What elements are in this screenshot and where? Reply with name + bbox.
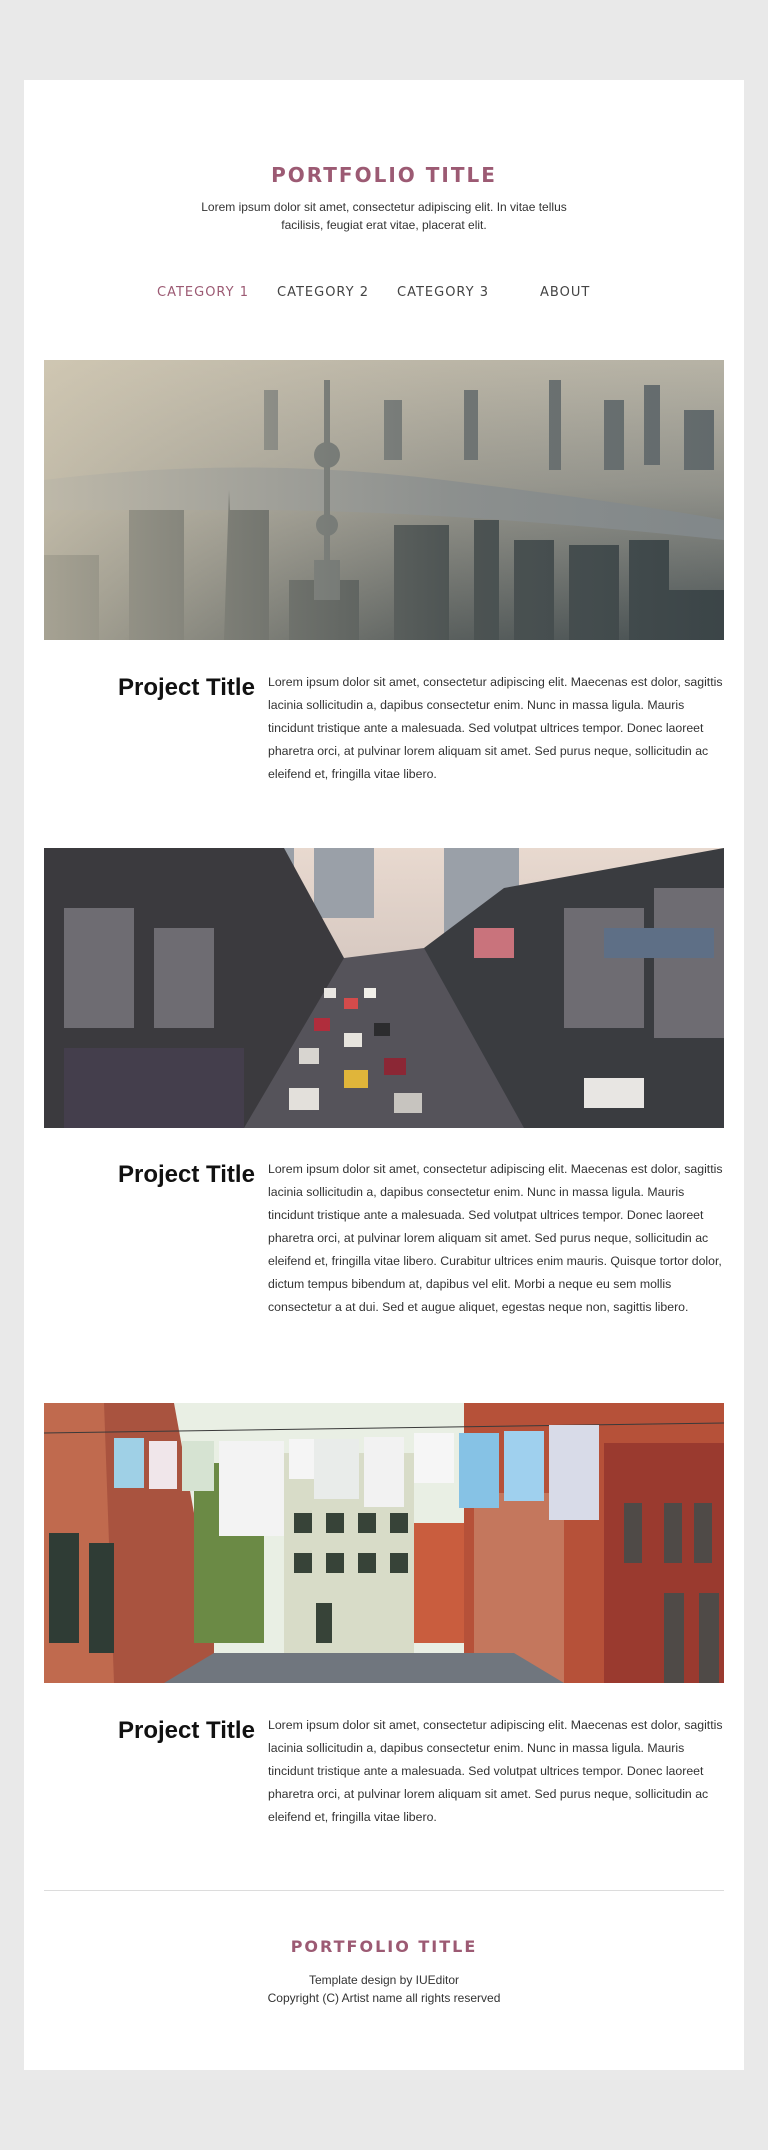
site-tagline: Lorem ipsum dolor sit amet, consectetur …	[201, 200, 567, 232]
project-3-description: Lorem ipsum dolor sit amet, consectetur …	[268, 1718, 723, 1824]
nav-item-category-3[interactable]: CATEGORY 3	[397, 285, 489, 300]
site-footer: PORTFOLIO TITLE Template design by IUEdi…	[24, 1935, 744, 2007]
project-1-image[interactable]	[44, 360, 724, 640]
street-traffic-photo	[44, 848, 724, 1128]
project-2-image[interactable]	[44, 848, 724, 1128]
main-nav: CATEGORY 1 CATEGORY 2 CATEGORY 3 ABOUT	[24, 285, 744, 309]
project-2-title[interactable]: Project Title	[118, 1161, 255, 1189]
site-title[interactable]: PORTFOLIO TITLE	[24, 160, 744, 190]
project-1-description: Lorem ipsum dolor sit amet, consectetur …	[268, 675, 723, 781]
project-2-description: Lorem ipsum dolor sit amet, consectetur …	[268, 1162, 723, 1314]
nav-item-category-1[interactable]: CATEGORY 1	[157, 285, 249, 300]
footer-credit: Template design by IUEditor	[308, 1973, 460, 1987]
city-skyline-photo	[44, 360, 724, 640]
project-1-title[interactable]: Project Title	[118, 674, 255, 702]
laundry-alley-photo	[44, 1403, 724, 1683]
footer-title: PORTFOLIO TITLE	[290, 1937, 478, 1956]
nav-item-about[interactable]: ABOUT	[540, 285, 590, 300]
project-3-title[interactable]: Project Title	[118, 1717, 255, 1745]
footer-copyright: Copyright (C) Artist name all rights res…	[267, 1991, 501, 2005]
page-container: PORTFOLIO TITLE Lorem ipsum dolor sit am…	[24, 80, 744, 2070]
nav-item-category-2[interactable]: CATEGORY 2	[277, 285, 369, 300]
footer-divider	[44, 1890, 724, 1891]
site-header: PORTFOLIO TITLE Lorem ipsum dolor sit am…	[24, 160, 744, 234]
project-3-image[interactable]	[44, 1403, 724, 1683]
